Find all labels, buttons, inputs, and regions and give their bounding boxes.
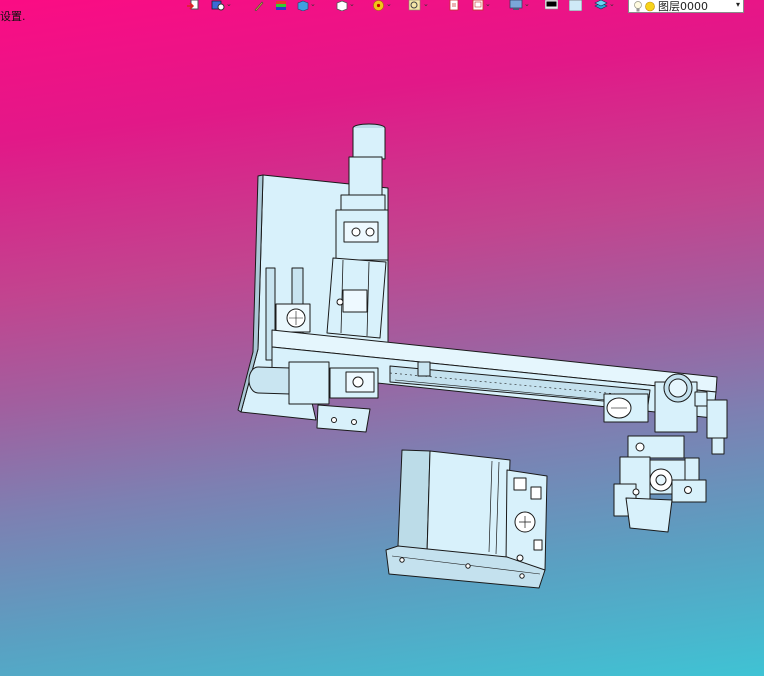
control-box bbox=[385, 449, 548, 589]
horizontal-axis bbox=[248, 329, 718, 433]
vertical-axis bbox=[326, 123, 389, 339]
3d-viewport[interactable] bbox=[0, 0, 764, 676]
gripper-head bbox=[613, 435, 707, 533]
